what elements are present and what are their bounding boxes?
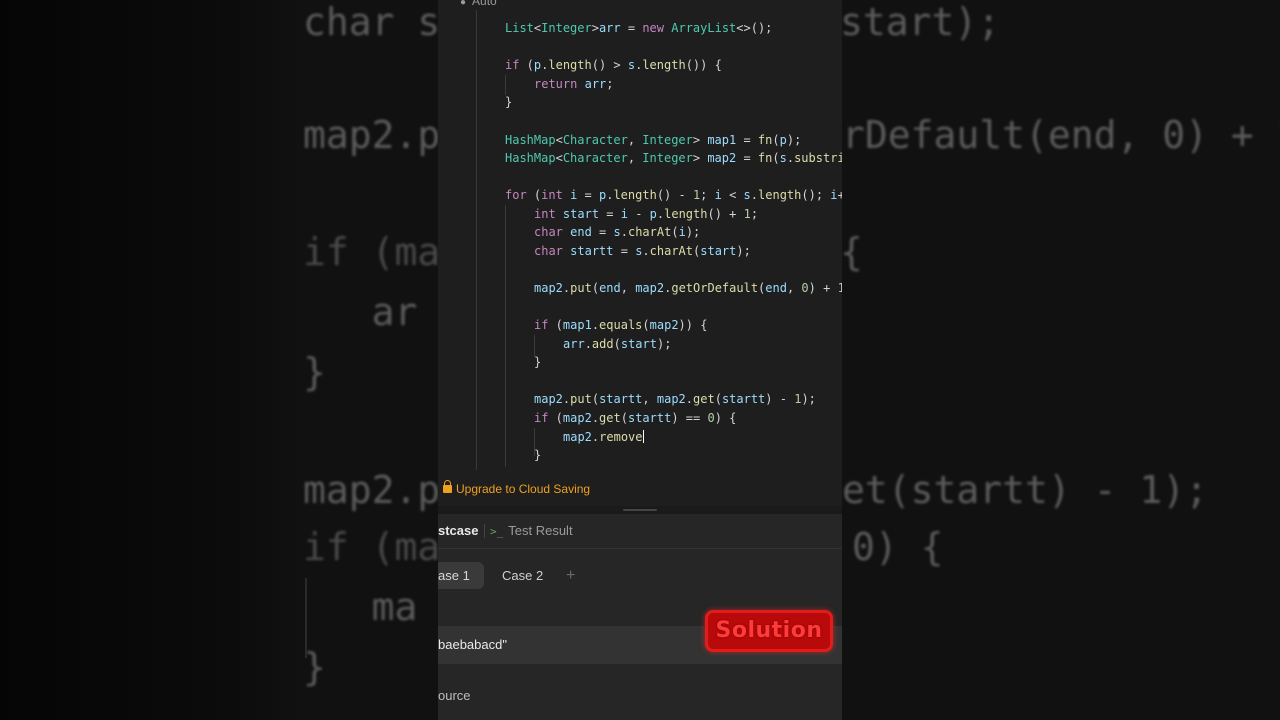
tab-test-result-label: Test Result [508, 523, 573, 538]
code-line: if (map1.equals(map2)) { [534, 318, 708, 332]
case-1-button[interactable]: ase 1 [438, 562, 484, 589]
code-line: HashMap<Character, Integer> map1 = fn(p)… [505, 133, 802, 147]
bg-code-line: if (ma [303, 525, 441, 569]
code-line-cursor: map2.remove [563, 430, 644, 444]
lock-icon: ● [460, 0, 467, 8]
editor-mode-label[interactable]: ● Auto [460, 0, 497, 8]
lock-icon [443, 480, 452, 493]
indent-guide [476, 10, 477, 470]
upgrade-label: Upgrade to Cloud Saving [456, 482, 591, 496]
code-line: if (map2.get(startt) == 0) { [534, 411, 737, 425]
code-editor[interactable]: ● Auto List<Integer>arr = new ArrayList<>… [438, 0, 842, 506]
code-line: map2.put(end, map2.getOrDefault(end, 0) … [534, 281, 842, 295]
solution-badge-label: Solution [715, 618, 823, 643]
bg-code-line: char s [303, 0, 441, 44]
bg-code-line: map2.p [303, 113, 441, 157]
terminal-icon: >_ [490, 525, 504, 538]
indent-guide [505, 75, 506, 95]
code-line: } [534, 448, 542, 462]
tab-test-result[interactable]: >_ Test Result [490, 523, 573, 538]
tab-divider [484, 524, 485, 538]
bg-code-line: et(startt) - 1); [842, 468, 1209, 512]
code-line: HashMap<Character, Integer> map2 = fn(s.… [505, 151, 842, 165]
bg-code-line: { [840, 230, 863, 274]
bg-code-line: start); [840, 0, 1001, 44]
splitter-grip-icon[interactable] [623, 509, 657, 511]
code-line: } [534, 355, 542, 369]
bg-code-line: 0) { [852, 525, 944, 569]
tab-testcase[interactable]: stcase [438, 523, 478, 538]
bg-code-line: if (ma [303, 230, 441, 274]
test-panel-tabs: stcase >_ Test Result [438, 514, 842, 549]
bg-code-line: ar [303, 290, 418, 334]
code-line: if (p.length() > s.length()) { [505, 58, 722, 72]
upgrade-cloud-link[interactable]: Upgrade to Cloud Saving [443, 480, 591, 496]
code-line: arr.add(start); [563, 337, 672, 351]
code-line: } [505, 95, 513, 109]
background-shade [0, 0, 300, 720]
mode-label-text: Auto [472, 0, 497, 8]
code-line: int start = i - p.length() + 1; [534, 207, 759, 221]
bg-indent-guide [305, 578, 307, 658]
solution-badge: Solution [705, 610, 833, 652]
code-line: map2.put(startt, map2.get(startt) - 1); [534, 392, 816, 406]
code-line: char end = s.charAt(i); [534, 225, 701, 239]
bg-code-line: ma [303, 585, 418, 629]
source-label: ource [438, 688, 471, 703]
bg-code-line: } [303, 350, 326, 394]
testcase-input-value: baebabacd" [438, 637, 507, 652]
code-line: List<Integer>arr = new ArrayList<>(); [505, 21, 773, 35]
case-2-button[interactable]: Case 2 [488, 562, 557, 589]
add-case-icon[interactable]: + [566, 562, 575, 589]
bg-code-line: map2.p [303, 468, 441, 512]
text-cursor [642, 430, 644, 443]
code-line: char startt = s.charAt(start); [534, 244, 751, 258]
code-line: for (int i = p.length() - 1; i < s.lengt… [505, 188, 842, 202]
code-line: return arr; [534, 77, 614, 91]
bg-code-line: rDefault(end, 0) + 1 [842, 113, 1280, 157]
panel-splitter[interactable] [438, 506, 842, 514]
indent-guide [505, 205, 506, 467]
